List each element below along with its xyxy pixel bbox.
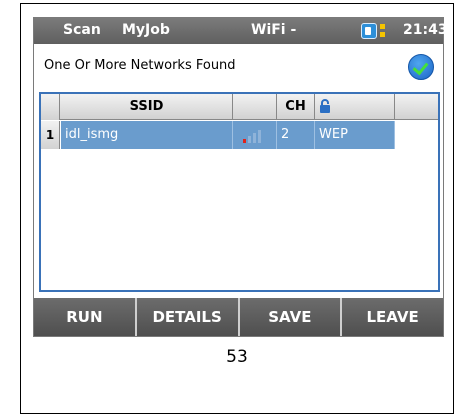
networks-table: SSID CH 1 idl_ismg 2 WEP — [39, 92, 440, 292]
save-button[interactable]: SAVE — [240, 298, 343, 336]
page-number: 53 — [226, 347, 248, 367]
lock-icon — [320, 99, 330, 113]
status-bar: Scan MyJob WiFi - 21:43 — [34, 18, 448, 44]
page-frame: Scan MyJob WiFi - 21:43 One Or More Netw… — [20, 3, 454, 414]
column-channel[interactable]: CH — [277, 94, 315, 120]
security-cell[interactable]: WEP — [315, 121, 395, 149]
column-signal[interactable] — [233, 94, 277, 120]
softkey-bar: RUN DETAILS SAVE LEAVE — [34, 298, 443, 336]
myjob-tab[interactable]: MyJob — [122, 22, 170, 38]
column-security[interactable] — [315, 94, 395, 120]
clock: 21:43 — [403, 22, 448, 38]
table-row[interactable]: idl_ismg 2 WEP — [41, 121, 395, 149]
ssid-cell[interactable]: idl_ismg — [61, 121, 233, 149]
battery-level-icon — [380, 24, 385, 38]
channel-cell[interactable]: 2 — [277, 121, 315, 149]
device-screen: Scan MyJob WiFi - 21:43 One Or More Netw… — [33, 17, 448, 337]
wifi-tab[interactable]: WiFi - — [251, 22, 296, 38]
table-header: SSID CH — [41, 94, 438, 120]
signal-cell[interactable] — [233, 121, 277, 149]
battery-icon — [361, 23, 377, 39]
scan-tab[interactable]: Scan — [63, 22, 101, 38]
leave-button[interactable]: LEAVE — [342, 298, 443, 336]
status-message: One Or More Networks Found — [44, 58, 236, 73]
signal-strength-icon — [243, 130, 261, 143]
column-ssid[interactable]: SSID — [61, 94, 233, 120]
run-button[interactable]: RUN — [34, 298, 137, 336]
details-button[interactable]: DETAILS — [137, 298, 240, 336]
checkmark-icon — [408, 54, 434, 80]
table-corner — [41, 94, 60, 120]
